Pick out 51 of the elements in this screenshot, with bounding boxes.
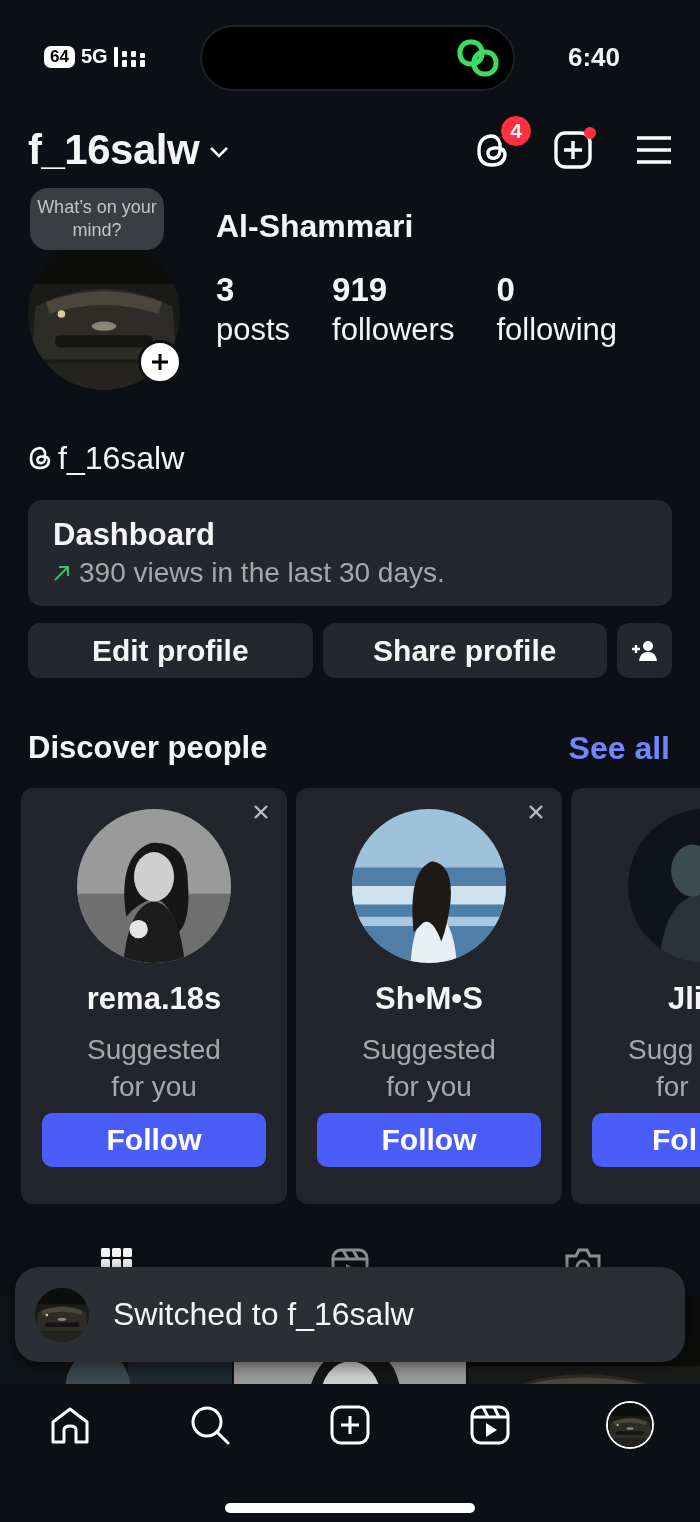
display-name: Al-Shammari <box>216 208 415 246</box>
suggested-username[interactable]: rema.18s <box>86 979 222 1019</box>
stat-count: 0 <box>496 270 516 310</box>
suggestion-reason: Sugg <box>627 1033 694 1067</box>
link-icon <box>457 38 499 77</box>
create-icon[interactable] <box>554 131 592 169</box>
account-switcher[interactable]: f_16salw <box>28 126 200 174</box>
suggestion-reason: Suggested <box>87 1033 221 1067</box>
chevron-down-icon[interactable] <box>209 146 230 158</box>
home-icon[interactable] <box>50 1406 90 1444</box>
note-bubble[interactable]: What’s on your mind? <box>30 188 164 250</box>
stat-count: 3 <box>216 270 236 310</box>
close-icon[interactable] <box>253 804 269 820</box>
clock: 6:40 <box>568 42 621 73</box>
notification-badge: 4 <box>500 115 532 147</box>
follow-button[interactable]: Fol <box>592 1113 700 1167</box>
threads-icon <box>28 445 52 471</box>
threads-icon[interactable] <box>474 131 510 169</box>
section-title: Discover people <box>28 730 268 766</box>
add-person-icon <box>630 639 659 662</box>
battery-indicator: 64 <box>44 45 75 68</box>
profile-tab[interactable] <box>606 1401 654 1449</box>
suggested-username[interactable]: Jli <box>571 979 700 1019</box>
network-type: 5G <box>80 45 108 68</box>
suggested-username[interactable]: Sh•M•S <box>375 979 483 1019</box>
threads-link[interactable]: f_16salw <box>58 439 185 477</box>
dashboard-title: Dashboard <box>53 516 216 554</box>
suggestion-reason: for <box>655 1070 690 1104</box>
see-all-link[interactable]: See all <box>568 729 670 767</box>
plus-icon <box>151 353 169 371</box>
suggestion-reason: for you <box>385 1070 473 1104</box>
toast-message: Switched to f_16salw <box>113 1296 414 1333</box>
stat-label: followers <box>332 311 455 349</box>
menu-icon[interactable] <box>636 135 672 165</box>
follow-button[interactable]: Follow <box>317 1113 541 1167</box>
suggestion-reason: Suggested <box>362 1033 496 1067</box>
create-icon[interactable] <box>330 1405 370 1445</box>
add-person-button[interactable] <box>617 623 672 678</box>
follow-button[interactable]: Follow <box>42 1113 266 1167</box>
search-icon[interactable] <box>190 1405 230 1445</box>
close-icon[interactable] <box>528 804 544 820</box>
stat-label: following <box>496 311 618 349</box>
profile-action-button[interactable]: Share profile <box>322 623 607 678</box>
dashboard-summary: 390 views in the last 30 days. <box>79 556 445 590</box>
dashboard-card[interactable]: Dashboard 390 views in the last 30 days. <box>28 500 672 606</box>
stat-label: posts <box>216 311 291 349</box>
stat-count: 919 <box>332 270 389 310</box>
suggestion-reason: for you <box>110 1070 198 1104</box>
signal-icon <box>113 46 148 67</box>
trend-up-icon <box>53 564 71 582</box>
profile-action-button[interactable]: Edit profile <box>28 623 313 678</box>
